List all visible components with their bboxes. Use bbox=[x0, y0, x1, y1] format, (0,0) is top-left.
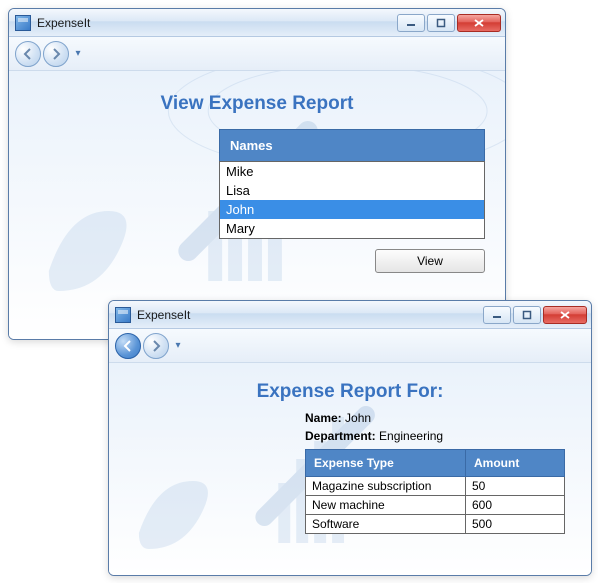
nav-toolbar: ▾ bbox=[109, 329, 591, 363]
window-title: ExpenseIt bbox=[37, 16, 397, 30]
nav-toolbar: ▾ bbox=[9, 37, 505, 71]
minimize-button[interactable] bbox=[483, 306, 511, 324]
department-label: Department: bbox=[305, 429, 376, 443]
window-title: ExpenseIt bbox=[137, 308, 483, 322]
list-item[interactable]: Lisa bbox=[220, 181, 484, 200]
nav-history-dropdown[interactable]: ▾ bbox=[71, 41, 85, 67]
page-title: Expense Report For: bbox=[129, 381, 571, 403]
department-field: Department: Engineering bbox=[305, 429, 571, 443]
names-listbox[interactable]: MikeLisaJohnMary bbox=[219, 161, 485, 239]
cell-amount: 500 bbox=[466, 515, 565, 534]
forward-button[interactable] bbox=[43, 41, 69, 67]
titlebar[interactable]: ExpenseIt bbox=[9, 9, 505, 37]
maximize-button[interactable] bbox=[427, 14, 455, 32]
client-area: View Expense Report Names MikeLisaJohnMa… bbox=[9, 71, 505, 339]
cell-expense-type: Magazine subscription bbox=[306, 477, 466, 496]
back-button[interactable] bbox=[115, 333, 141, 359]
content: Expense Report For: Name: John Departmen… bbox=[109, 363, 591, 558]
app-icon bbox=[15, 15, 31, 31]
table-row: New machine600 bbox=[306, 496, 565, 515]
window-buttons bbox=[397, 14, 501, 32]
content: View Expense Report Names MikeLisaJohnMa… bbox=[9, 71, 505, 297]
table-row: Software500 bbox=[306, 515, 565, 534]
col-amount: Amount bbox=[466, 450, 565, 477]
forward-button[interactable] bbox=[143, 333, 169, 359]
minimize-button[interactable] bbox=[397, 14, 425, 32]
expenseit-detail-window: ExpenseIt ▾ bbox=[108, 300, 592, 576]
button-row: View bbox=[219, 249, 485, 273]
client-area: Expense Report For: Name: John Departmen… bbox=[109, 363, 591, 575]
col-expense-type: Expense Type bbox=[306, 450, 466, 477]
name-field: Name: John bbox=[305, 411, 571, 425]
detail-panel: Name: John Department: Engineering Expen… bbox=[305, 411, 571, 534]
cell-expense-type: Software bbox=[306, 515, 466, 534]
page-title: View Expense Report bbox=[29, 93, 485, 115]
window-buttons bbox=[483, 306, 587, 324]
nav-history-dropdown[interactable]: ▾ bbox=[171, 333, 185, 359]
name-label: Name: bbox=[305, 411, 342, 425]
cell-amount: 50 bbox=[466, 477, 565, 496]
name-value: John bbox=[345, 411, 371, 425]
close-button[interactable] bbox=[457, 14, 501, 32]
back-button[interactable] bbox=[15, 41, 41, 67]
cell-expense-type: New machine bbox=[306, 496, 466, 515]
list-item[interactable]: John bbox=[220, 200, 484, 219]
app-icon bbox=[115, 307, 131, 323]
department-value: Engineering bbox=[379, 429, 443, 443]
list-item[interactable]: Mike bbox=[220, 162, 484, 181]
names-panel: Names MikeLisaJohnMary bbox=[219, 129, 485, 239]
expenseit-list-window: ExpenseIt ▾ bbox=[8, 8, 506, 340]
close-button[interactable] bbox=[543, 306, 587, 324]
names-header: Names bbox=[219, 129, 485, 161]
view-button[interactable]: View bbox=[375, 249, 485, 273]
titlebar[interactable]: ExpenseIt bbox=[109, 301, 591, 329]
list-item[interactable]: Mary bbox=[220, 219, 484, 238]
expenses-table: Expense Type Amount Magazine subscriptio… bbox=[305, 449, 565, 534]
maximize-button[interactable] bbox=[513, 306, 541, 324]
cell-amount: 600 bbox=[466, 496, 565, 515]
table-row: Magazine subscription50 bbox=[306, 477, 565, 496]
